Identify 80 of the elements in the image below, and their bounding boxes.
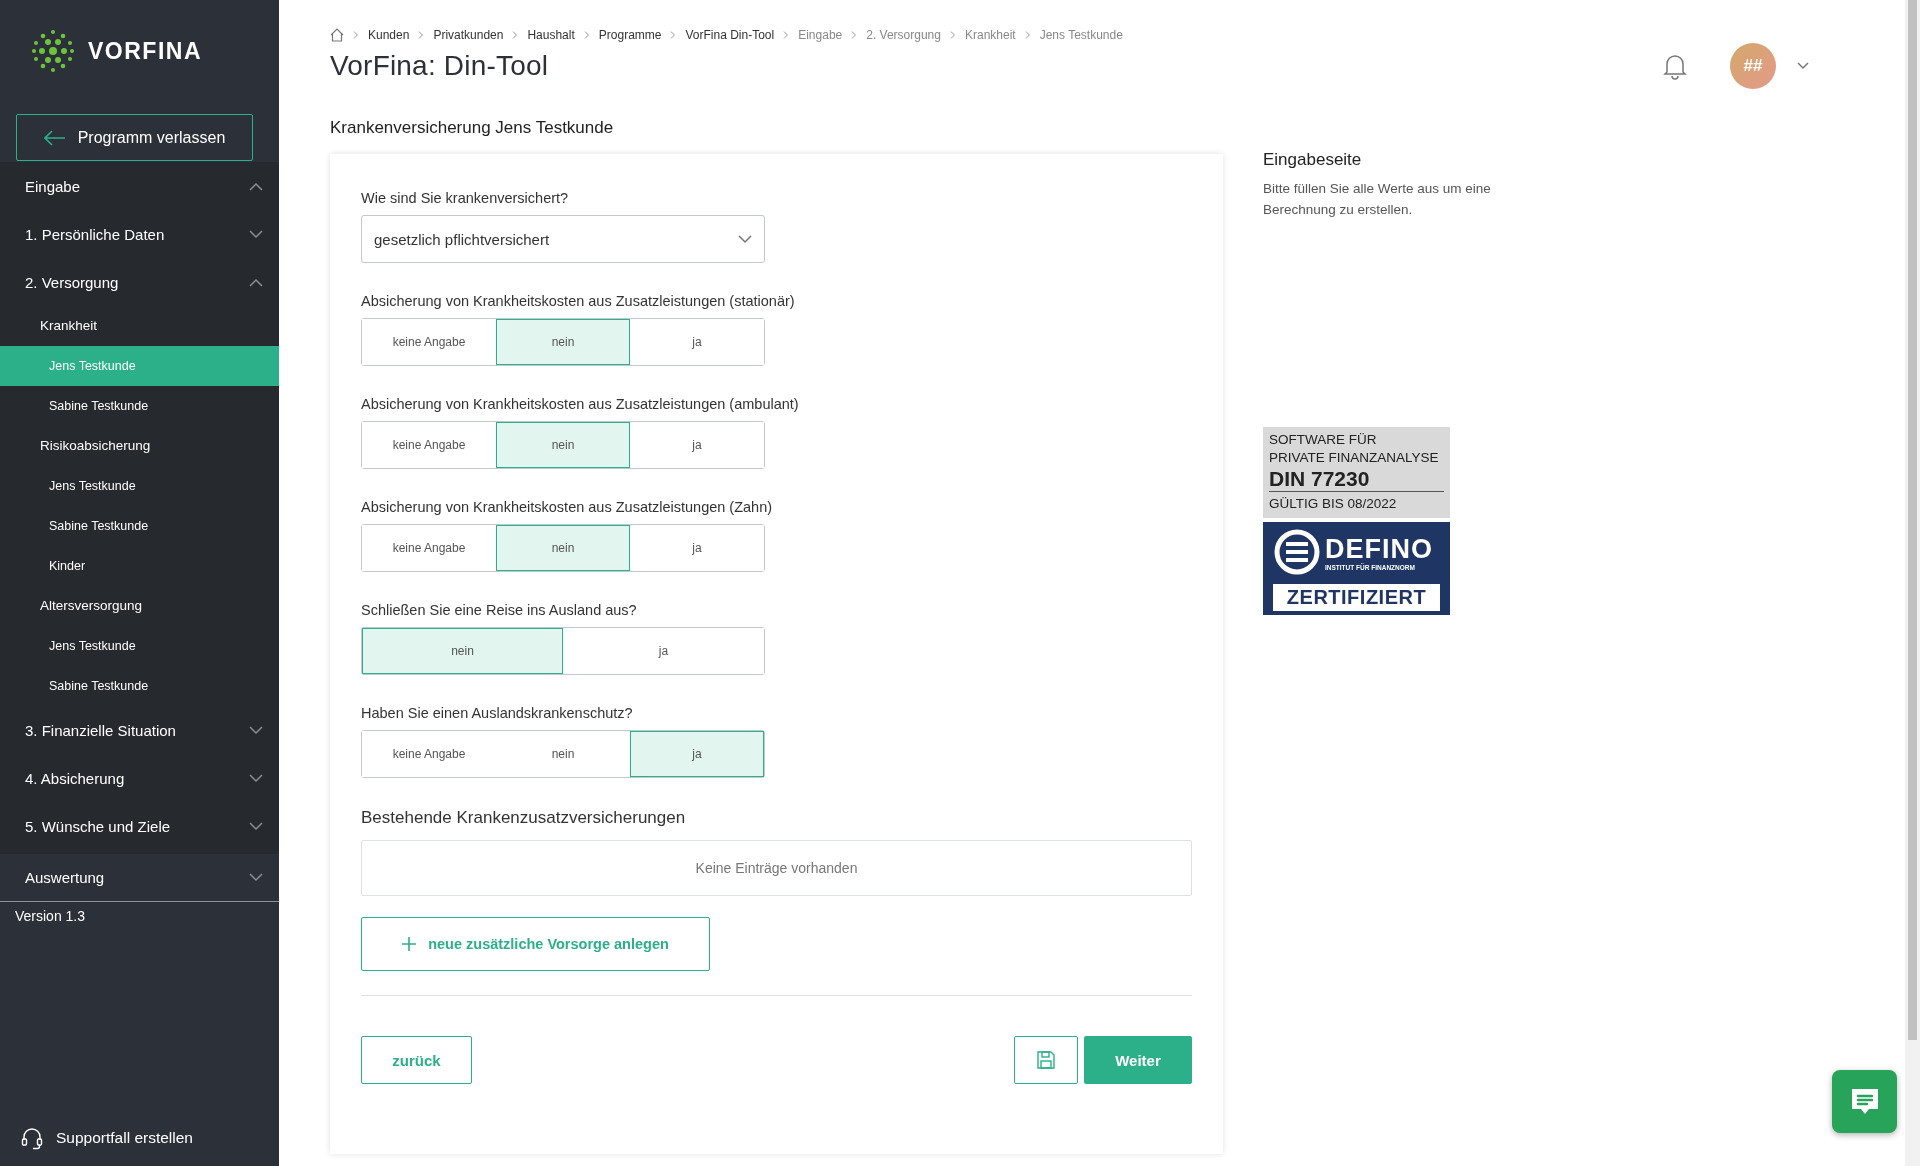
- chevron-down-icon: [249, 725, 263, 735]
- question-label: Wie sind Sie krankenversichert?: [361, 190, 570, 206]
- headset-icon: [20, 1126, 44, 1150]
- chevron-down-icon: [249, 873, 263, 882]
- question-label: Absicherung von Krankheitskosten aus Zusatzleistungen (Zahn): [361, 499, 774, 515]
- breadcrumb-link[interactable]: Privatkunden: [433, 28, 504, 42]
- section-title: Krankenversicherung Jens Testkunde: [330, 118, 615, 138]
- question-label: Absicherung von Krankheitskosten aus Zusatzleistungen (ambulant): [361, 396, 800, 412]
- nav-item[interactable]: Altersversorgung: [0, 586, 279, 626]
- nav-item[interactable]: Kinder: [0, 546, 279, 586]
- chevron-right-icon: [949, 31, 956, 39]
- chevron-right-icon: [512, 31, 519, 39]
- nav-section[interactable]: 5. Wünsche und Ziele: [0, 802, 279, 850]
- home-icon[interactable]: [330, 28, 344, 42]
- certificate-text: PRIVATE FINANZANALYSE: [1269, 449, 1440, 467]
- chevron-right-icon: [583, 31, 590, 39]
- breadcrumb-link[interactable]: VorFina Din-Tool: [685, 28, 775, 42]
- empty-list-message: Keine Einträge vorhanden: [361, 840, 1192, 896]
- nav-section[interactable]: 1. Persönliche Daten: [0, 210, 279, 258]
- chevron-right-icon: [1024, 31, 1031, 39]
- nav-item[interactable]: Jens Testkunde: [0, 466, 279, 506]
- option-toggle[interactable]: nein: [496, 319, 630, 365]
- arrow-left-icon: [43, 129, 66, 146]
- brand-name: DEFINO: [1325, 533, 1433, 564]
- chevron-right-icon: [783, 31, 790, 39]
- page-title: VorFina: Din-Tool: [330, 50, 550, 82]
- nav-item[interactable]: Krankheit: [0, 306, 279, 346]
- breadcrumb-link[interactable]: Eingabe: [798, 28, 843, 42]
- save-button[interactable]: [1014, 1036, 1078, 1084]
- breadcrumb-link[interactable]: Haushalt: [527, 28, 575, 42]
- existing-insurances-title: Bestehende Krankenzusatzversicherungen: [361, 808, 687, 828]
- info-text: Bitte füllen Sie alle Werte aus um eine Berechnung zu erstellen.: [1263, 180, 1492, 219]
- option-toggle[interactable]: ja: [630, 731, 764, 777]
- nav-section[interactable]: Eingabe: [0, 162, 279, 210]
- certified-label: ZERTIFIZIERT: [1273, 584, 1440, 611]
- dots-logo-icon: [30, 28, 76, 74]
- chevron-down-icon: [249, 821, 263, 831]
- nav-section[interactable]: 4. Absicherung: [0, 754, 279, 802]
- certificate-text: SOFTWARE FÜR: [1269, 431, 1378, 449]
- support-link[interactable]: Supportfall erstellen: [15, 1126, 279, 1150]
- nav-item[interactable]: Sabine Testkunde: [0, 506, 279, 546]
- chevron-down-icon[interactable]: [1796, 61, 1810, 71]
- nav-item[interactable]: Jens Testkunde: [0, 626, 279, 666]
- vorfina-logo: VORFINA: [30, 28, 202, 74]
- defino-logo-icon: [1273, 528, 1321, 576]
- nav-item[interactable]: Sabine Testkunde: [0, 666, 279, 706]
- question-label: Absicherung von Krankheitskosten aus Zusatzleistungen (stationär): [361, 293, 796, 309]
- chevron-right-icon: [670, 31, 677, 39]
- breadcrumb-link[interactable]: Kunden: [368, 28, 410, 42]
- notification-bell-icon[interactable]: [1662, 52, 1688, 80]
- nav-section[interactable]: 3. Finanzielle Situation: [0, 706, 279, 754]
- chevron-down-icon: [738, 234, 752, 244]
- breadcrumb-link[interactable]: Krankheit: [964, 28, 1016, 42]
- validity-text: GÜLTIG BIS 08/2022: [1269, 495, 1398, 513]
- question-label: Schließen Sie eine Reise ins Ausland aus?: [361, 602, 638, 618]
- option-toggle[interactable]: nein: [496, 525, 630, 571]
- option-toggle[interactable]: nein: [362, 628, 563, 674]
- chevron-down-icon: [249, 229, 263, 239]
- chevron-down-icon: [249, 773, 263, 783]
- nav-item[interactable]: Risikoabsicherung: [0, 426, 279, 466]
- version-label: Version 1.3: [15, 908, 87, 924]
- chevron-right-icon: [353, 31, 359, 39]
- insurance-type-dropdown[interactable]: gesetzlich pflichtversichert: [361, 215, 765, 263]
- chat-button[interactable]: [1832, 1070, 1897, 1133]
- scrollbar[interactable]: [1905, 0, 1920, 1166]
- plus-icon: [402, 937, 417, 951]
- option-toggle[interactable]: nein: [496, 422, 630, 468]
- info-title: Eingabeseite: [1263, 150, 1363, 170]
- exit-program-button[interactable]: Programm verlassen: [16, 114, 253, 161]
- nav-section[interactable]: 2. Versorgung: [0, 258, 279, 306]
- chevron-right-icon: [418, 31, 425, 39]
- chevron-up-icon: [249, 181, 263, 191]
- norm-number: DIN 77230: [1269, 467, 1444, 492]
- breadcrumb-link[interactable]: 2. Versorgung: [866, 28, 941, 42]
- chevron-right-icon: [851, 31, 858, 39]
- breadcrumb-link[interactable]: Programme: [598, 28, 662, 42]
- question-label: Haben Sie einen Auslandskrankenschutz?: [361, 705, 634, 721]
- breadcrumb-link[interactable]: Jens Testkunde: [1039, 28, 1123, 42]
- nav-item[interactable]: Sabine Testkunde: [0, 386, 279, 426]
- chevron-up-icon: [249, 277, 263, 287]
